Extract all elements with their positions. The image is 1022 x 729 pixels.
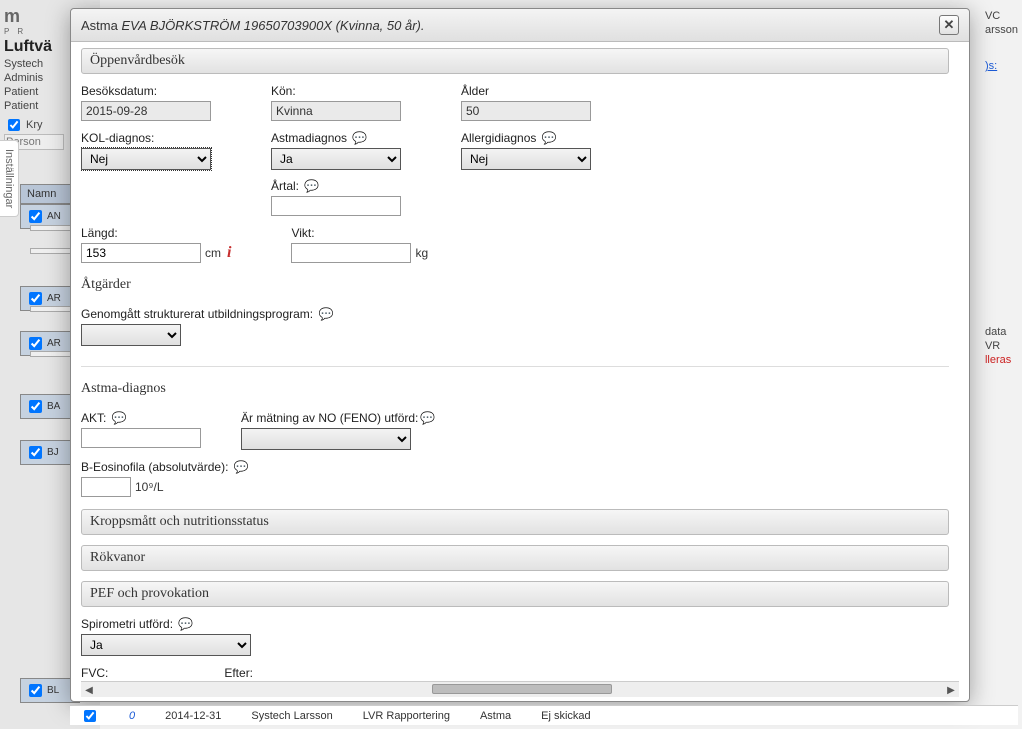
label-spirometri: Spirometri utförd: 💬 xyxy=(81,617,949,631)
unit-cm: cm xyxy=(205,246,221,260)
footer-report: LVR Rapportering xyxy=(363,710,450,722)
select-astmadiagnos[interactable]: Ja xyxy=(271,148,401,170)
label-feno: Är mätning av NO (FENO) utförd:💬 xyxy=(241,411,435,425)
unit-kg: kg xyxy=(415,246,428,260)
label-genomgatt: Genomgått strukturerat utbildningsprogra… xyxy=(81,307,949,321)
field-besoksdatum[interactable] xyxy=(81,101,211,121)
label-vikt: Vikt: xyxy=(291,226,428,240)
footer-status-row: 0 2014-12-31 Systech Larsson LVR Rapport… xyxy=(70,705,1018,725)
row-check[interactable] xyxy=(29,337,42,350)
visit-form-modal: Astma EVA BJÖRKSTRÖM 19650703900X (Kvinn… xyxy=(70,8,970,702)
form-scroll-area[interactable]: Öppenvårdbesök Besöksdatum: Kön: Ålder K… xyxy=(81,42,959,681)
label-efter: Efter: xyxy=(224,666,347,680)
label-astmadiagnos: Astmadiagnos 💬 xyxy=(271,131,401,145)
close-icon: ✕ xyxy=(944,17,955,33)
comment-icon[interactable]: 💬 xyxy=(318,307,333,321)
comment-icon[interactable]: 💬 xyxy=(178,617,193,631)
row-check[interactable] xyxy=(29,292,42,305)
background-right-hints: VC arsson )s: data VR lleras xyxy=(985,10,1018,368)
row-check[interactable] xyxy=(29,446,42,459)
field-artal[interactable] xyxy=(271,196,401,216)
field-beos[interactable] xyxy=(81,477,131,497)
label-akt: AKT: 💬 xyxy=(81,411,201,425)
kry-checkbox[interactable] xyxy=(8,119,20,131)
comment-icon[interactable]: 💬 xyxy=(352,131,367,145)
select-kol-diagnos[interactable]: Nej xyxy=(81,148,211,170)
info-icon[interactable]: i xyxy=(227,244,231,262)
section-pef[interactable]: PEF och provokation xyxy=(81,581,949,607)
scroll-left-arrow[interactable]: ◀ xyxy=(81,682,97,698)
field-vikt[interactable] xyxy=(291,243,411,263)
close-button[interactable]: ✕ xyxy=(939,15,959,35)
section-atgarder: Åtgärder xyxy=(81,273,949,297)
modal-titlebar: Astma EVA BJÖRKSTRÖM 19650703900X (Kvinn… xyxy=(71,9,969,42)
section-astma-diagnos: Astma-diagnos xyxy=(81,377,949,401)
row-check[interactable] xyxy=(29,684,42,697)
label-langd: Längd: xyxy=(81,226,231,240)
footer-diag: Astma xyxy=(480,710,511,722)
field-alder[interactable] xyxy=(461,101,591,121)
row-check[interactable] xyxy=(29,400,42,413)
label-kon: Kön: xyxy=(271,84,401,98)
field-kon[interactable] xyxy=(271,101,401,121)
select-feno[interactable] xyxy=(241,428,411,450)
select-allergidiagnos[interactable]: Nej xyxy=(461,148,591,170)
label-beos: B-Eosinofila (absolutvärde): 💬 xyxy=(81,460,949,474)
label-fvc: FVC: xyxy=(81,666,204,680)
comment-icon[interactable]: 💬 xyxy=(542,131,557,145)
footer-zero: 0 xyxy=(129,710,135,722)
label-artal: Årtal: 💬 xyxy=(271,179,401,193)
footer-status: Ej skickad xyxy=(541,710,591,722)
modal-title-text: Astma EVA BJÖRKSTRÖM 19650703900X (Kvinn… xyxy=(81,18,424,33)
select-genomgatt[interactable] xyxy=(81,324,181,346)
section-open-visit: Öppenvårdbesök xyxy=(81,48,949,74)
section-kroppsmatt[interactable]: Kroppsmått och nutritionsstatus xyxy=(81,509,949,535)
comment-icon[interactable]: 💬 xyxy=(420,411,435,425)
unit-tenl: 10⁹/L xyxy=(135,480,164,494)
footer-user: Systech Larsson xyxy=(251,710,332,722)
comment-icon[interactable]: 💬 xyxy=(234,460,249,474)
scroll-thumb[interactable] xyxy=(432,684,612,694)
label-allergi: Allergidiagnos 💬 xyxy=(461,131,591,145)
horizontal-scrollbar[interactable]: ◀ ▶ xyxy=(81,681,959,697)
label-besoksdatum: Besöksdatum: xyxy=(81,84,211,98)
scroll-right-arrow[interactable]: ▶ xyxy=(943,682,959,698)
field-akt[interactable] xyxy=(81,428,201,448)
comment-icon[interactable]: 💬 xyxy=(304,179,319,193)
comment-icon[interactable]: 💬 xyxy=(112,411,127,425)
label-alder: Ålder xyxy=(461,84,591,98)
footer-date: 2014-12-31 xyxy=(165,710,221,722)
select-spirometri[interactable]: Ja xyxy=(81,634,251,656)
kry-label: Kry xyxy=(26,119,43,131)
field-langd[interactable] xyxy=(81,243,201,263)
row-check[interactable] xyxy=(29,210,42,223)
section-rokvanor[interactable]: Rökvanor xyxy=(81,545,949,571)
label-kol: KOL-diagnos: xyxy=(81,131,211,145)
footer-checkbox[interactable] xyxy=(84,710,96,722)
settings-side-tab[interactable]: Inställningar xyxy=(0,140,19,217)
